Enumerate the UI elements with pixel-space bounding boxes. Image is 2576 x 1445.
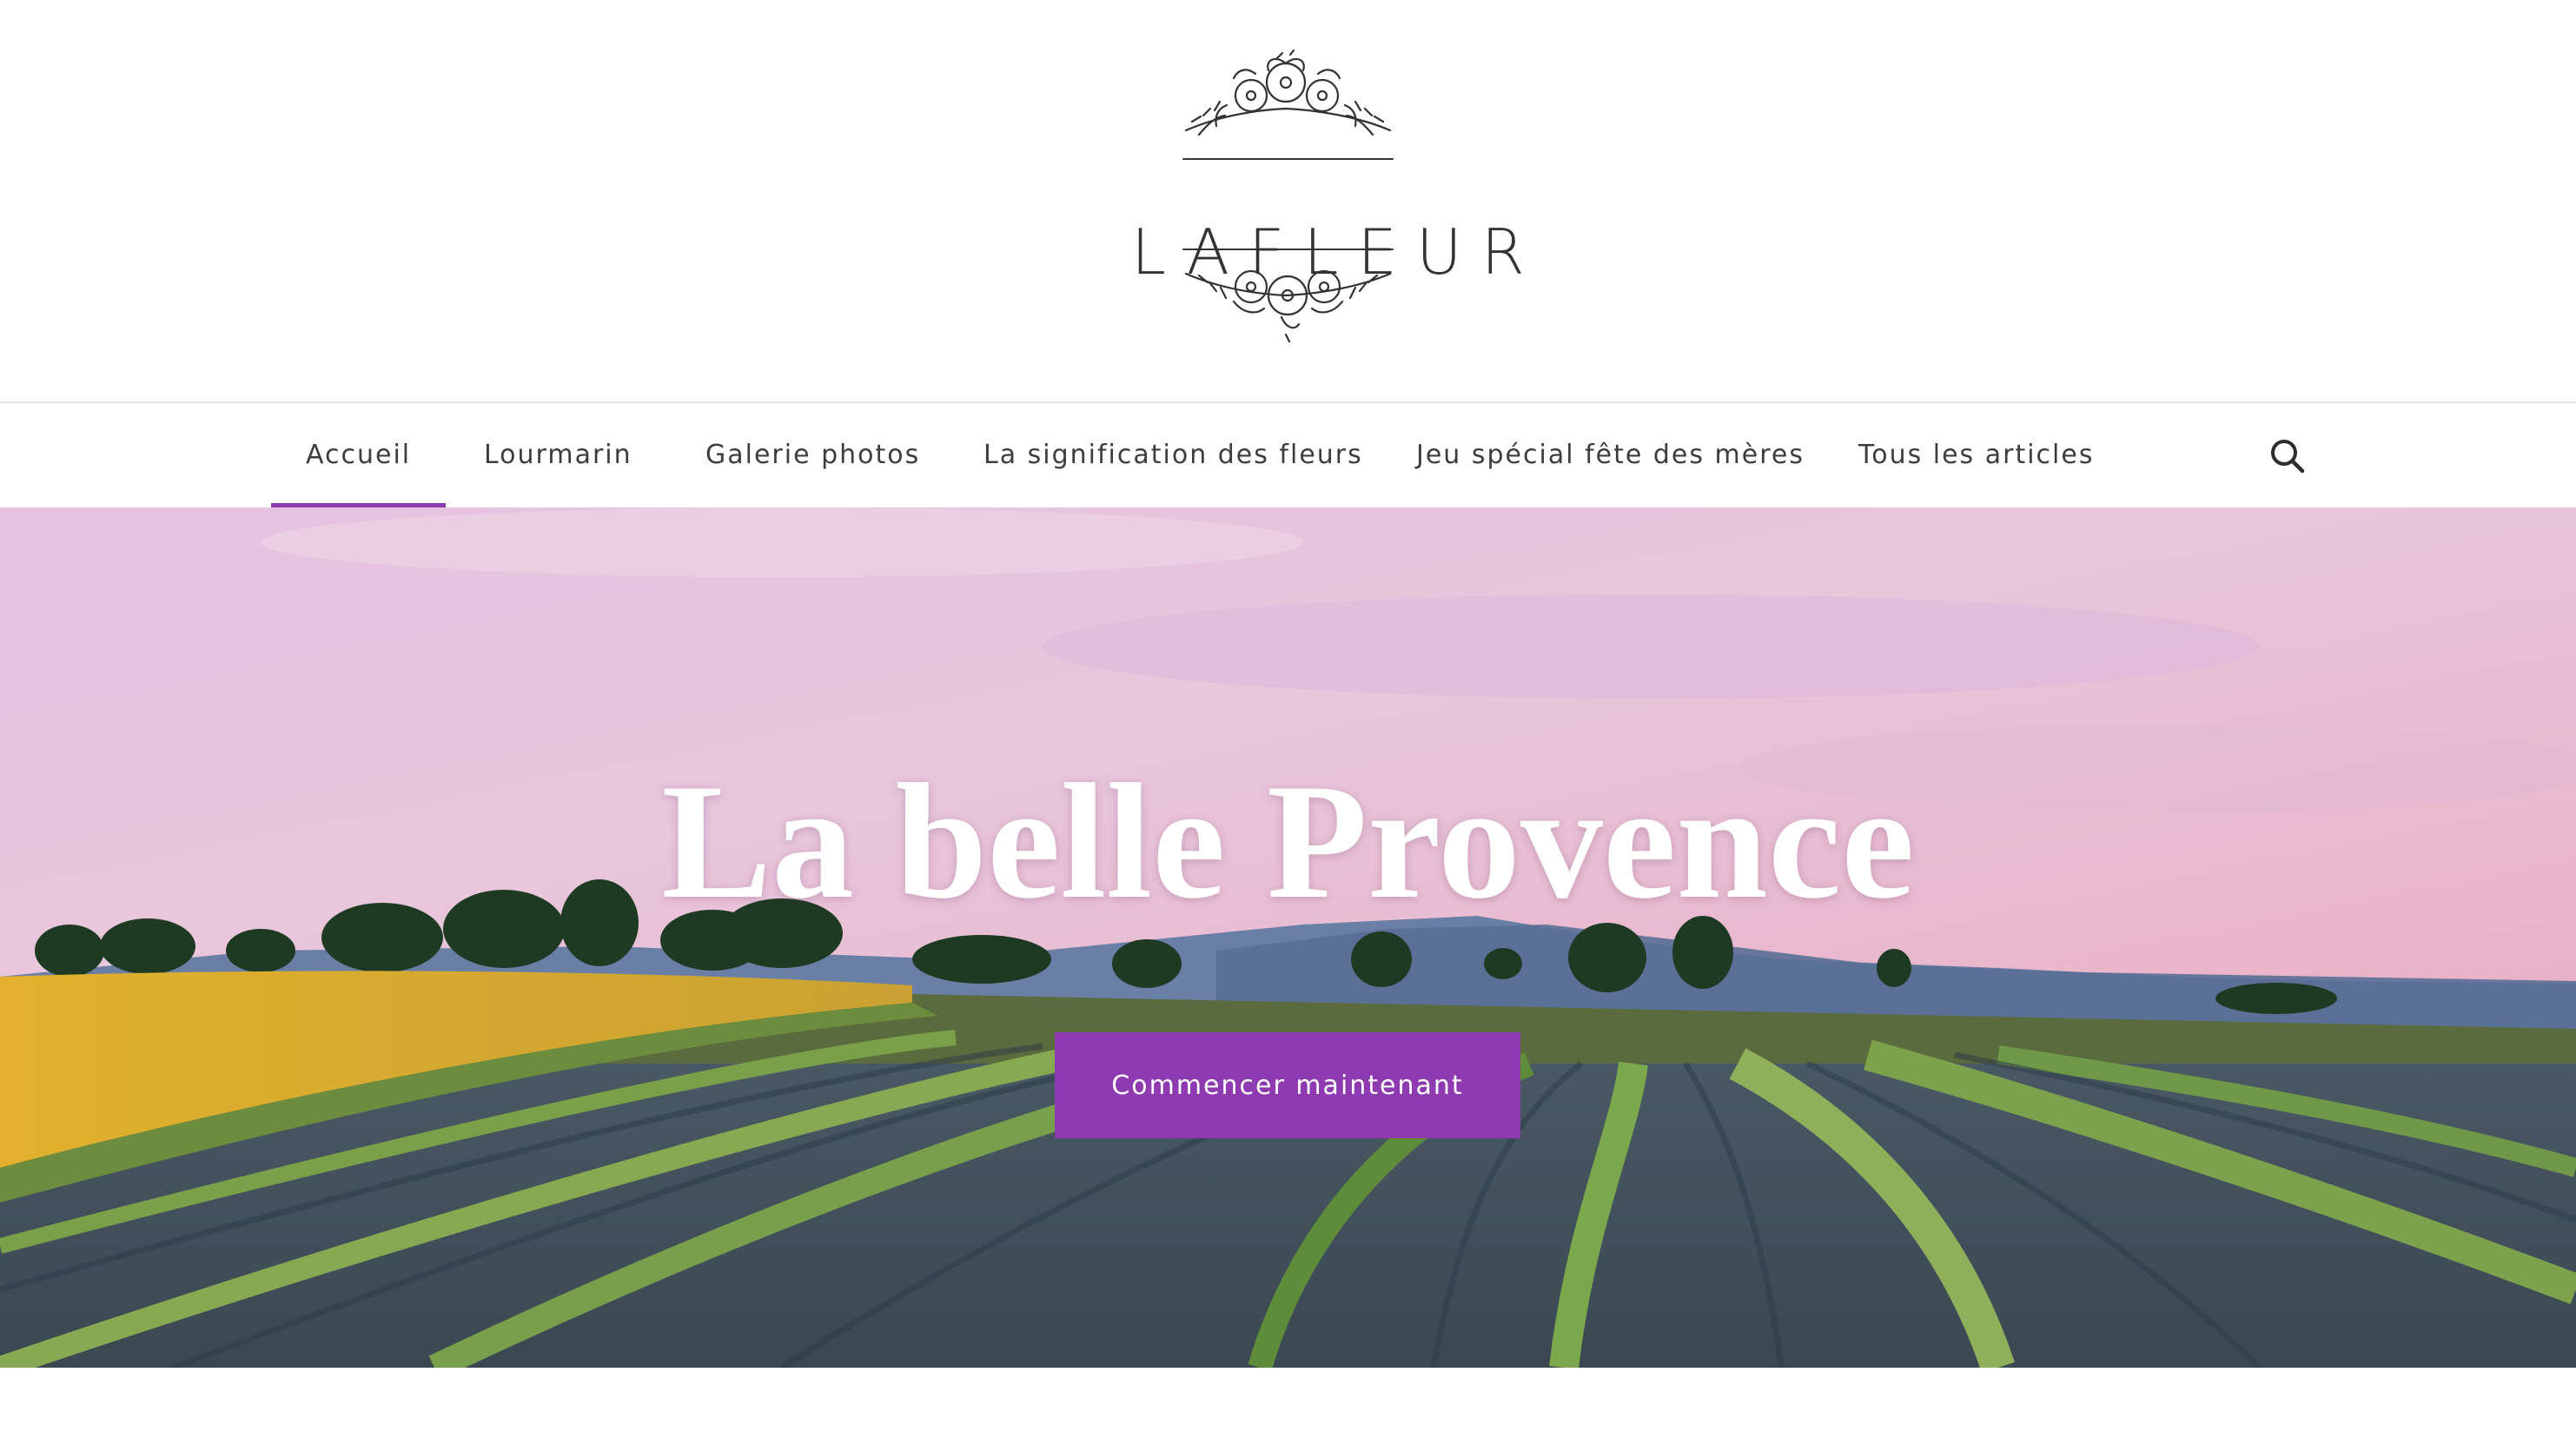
hero-banner: La belle Provence Commencer maintenant: [0, 507, 2576, 1368]
start-now-button[interactable]: Commencer maintenant: [1055, 1032, 1520, 1138]
nav-item-jeu-fete-des-meres[interactable]: Jeu spécial fête des mères: [1416, 403, 1805, 507]
hero-title: La belle Provence: [661, 751, 1915, 933]
site-header: LAFLEUR: [0, 0, 2576, 401]
nav-item-galerie-photos[interactable]: Galerie photos: [705, 403, 920, 507]
nav-item-signification-fleurs[interactable]: La signification des fleurs: [983, 403, 1363, 507]
main-navigation: Accueil Lourmarin Galerie photos La sign…: [0, 401, 2576, 507]
brand-name: LAFLEUR: [1131, 215, 1544, 288]
search-button[interactable]: [2266, 434, 2309, 478]
search-icon: [2271, 440, 2305, 474]
nav-item-accueil[interactable]: Accueil: [270, 403, 447, 507]
site-logo[interactable]: LAFLEUR: [1112, 48, 1544, 352]
floral-wreath-logo: [1182, 49, 1394, 343]
nav-item-tous-les-articles[interactable]: Tous les articles: [1858, 403, 2094, 507]
nav-item-lourmarin[interactable]: Lourmarin: [484, 403, 632, 507]
